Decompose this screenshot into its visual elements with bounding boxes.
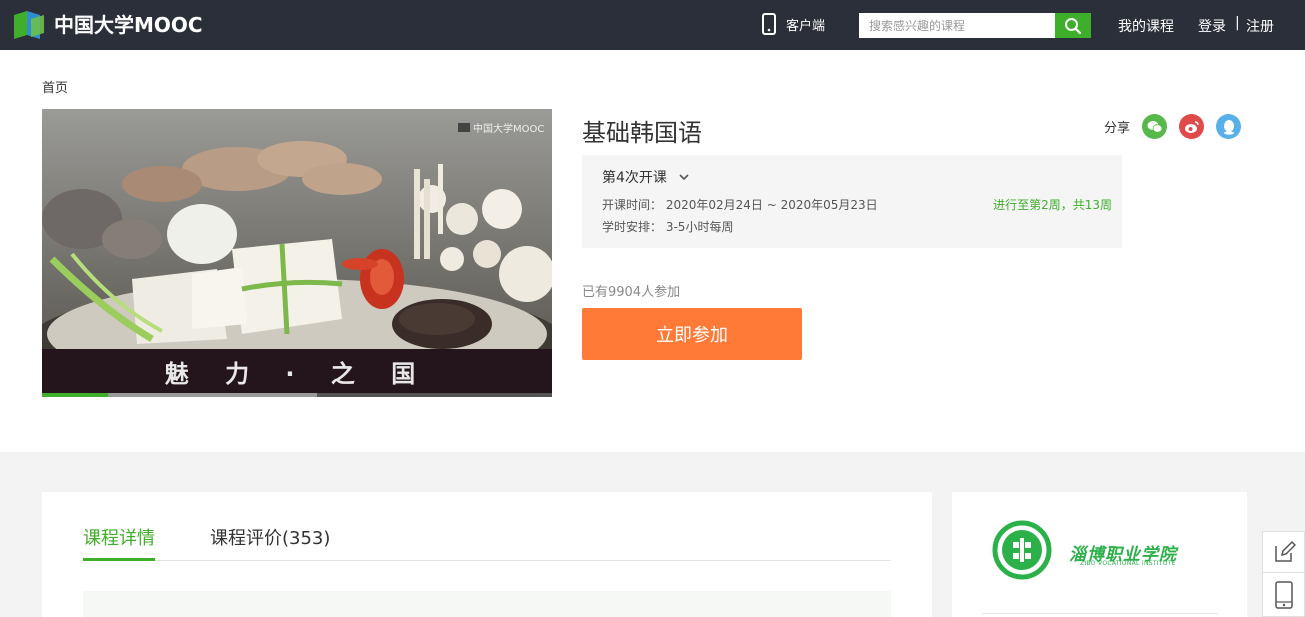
- course-detail-card: 课程详情 课程评价(353): [42, 492, 932, 617]
- register-link[interactable]: 注册: [1246, 16, 1274, 36]
- enrolled-count: 已有9904人参加: [582, 285, 681, 300]
- term-label: 第4次开课: [602, 170, 667, 186]
- lower-section: 课程详情 课程评价(353) 淄博职业学院 ZIBO VOCATIONAL IN…: [0, 452, 1305, 617]
- search-bar: [859, 13, 1091, 38]
- book-icon: [458, 123, 470, 132]
- floating-toolbar: [1262, 531, 1305, 617]
- term-selector[interactable]: 第4次开课: [602, 167, 689, 187]
- course-hours-value: 3-5小时每周: [665, 220, 734, 234]
- video-played: [42, 393, 109, 397]
- course-time-label: 开课时间：: [602, 198, 663, 212]
- course-time-row: 开课时间： 2020年02月24日 ~ 2020年05月23日: [602, 196, 878, 213]
- login-link[interactable]: 登录: [1198, 16, 1226, 36]
- video-subtitle-bar: 魅 力 · 之 国: [42, 349, 552, 393]
- join-course-button[interactable]: 立即参加: [582, 308, 802, 360]
- course-time-value: 2020年02月24日 ~ 2020年05月23日: [665, 198, 878, 212]
- video-subtitle: 魅 力 · 之 国: [164, 359, 430, 388]
- tab-course-detail[interactable]: 课程详情: [83, 524, 155, 561]
- course-intro-video[interactable]: 中国大学MOOC 魅 力 · 之 国: [42, 109, 552, 397]
- school-emblem-icon[interactable]: [992, 520, 1052, 580]
- search-button[interactable]: [1055, 13, 1091, 38]
- weibo-icon[interactable]: [1179, 114, 1205, 139]
- chevron-down-icon: [679, 174, 689, 181]
- detail-content-area: [83, 591, 891, 617]
- nav-separator: |: [1235, 15, 1240, 31]
- site-logo[interactable]: 中国大学MOOC: [14, 11, 203, 39]
- school-card: 淄博职业学院 ZIBO VOCATIONAL INSTITUTE: [952, 492, 1247, 617]
- search-icon: [1065, 17, 1082, 34]
- search-input[interactable]: [859, 13, 1055, 38]
- phone-icon: [762, 13, 776, 35]
- course-hours-label: 学时安排：: [602, 220, 663, 234]
- tab-course-reviews[interactable]: 课程评价(353): [210, 524, 330, 561]
- mobile-app-button[interactable]: [1262, 573, 1305, 617]
- video-progress-bar[interactable]: [42, 393, 552, 397]
- qq-icon[interactable]: [1216, 114, 1242, 139]
- course-hours-row: 学时安排： 3-5小时每周: [602, 218, 733, 235]
- mooc-logo-icon: [14, 11, 50, 39]
- my-courses-link[interactable]: 我的课程: [1118, 16, 1174, 36]
- share-label: 分享: [1104, 121, 1131, 136]
- video-frame-image: [42, 109, 552, 349]
- edit-icon: [1274, 540, 1296, 562]
- school-name-en: ZIBO VOCATIONAL INSTITUTE: [1080, 560, 1176, 567]
- client-download-link[interactable]: 客户端: [762, 13, 825, 35]
- course-progress-text: 进行至第2周，共13周: [993, 198, 1112, 212]
- client-label: 客户端: [786, 18, 826, 34]
- breadcrumb: 首页: [42, 77, 68, 96]
- share-bar: 分享: [1104, 114, 1242, 139]
- video-watermark: 中国大学MOOC: [458, 120, 544, 135]
- logo-text: 中国大学MOOC: [54, 13, 203, 37]
- breadcrumb-home-link[interactable]: 首页: [42, 81, 68, 96]
- detail-tabs: 课程详情 课程评价(353): [83, 524, 891, 561]
- course-title: 基础韩国语: [582, 119, 702, 147]
- top-navbar: 中国大学MOOC 客户端 我的课程 登录 | 注册: [0, 0, 1305, 50]
- wechat-icon[interactable]: [1142, 114, 1168, 139]
- watermark-text: 中国大学MOOC: [473, 124, 545, 135]
- term-info-box: 第4次开课 开课时间： 2020年02月24日 ~ 2020年05月23日 学时…: [582, 155, 1122, 248]
- feedback-button[interactable]: [1262, 531, 1305, 573]
- mobile-icon: [1274, 580, 1293, 609]
- side-divider: [982, 613, 1218, 614]
